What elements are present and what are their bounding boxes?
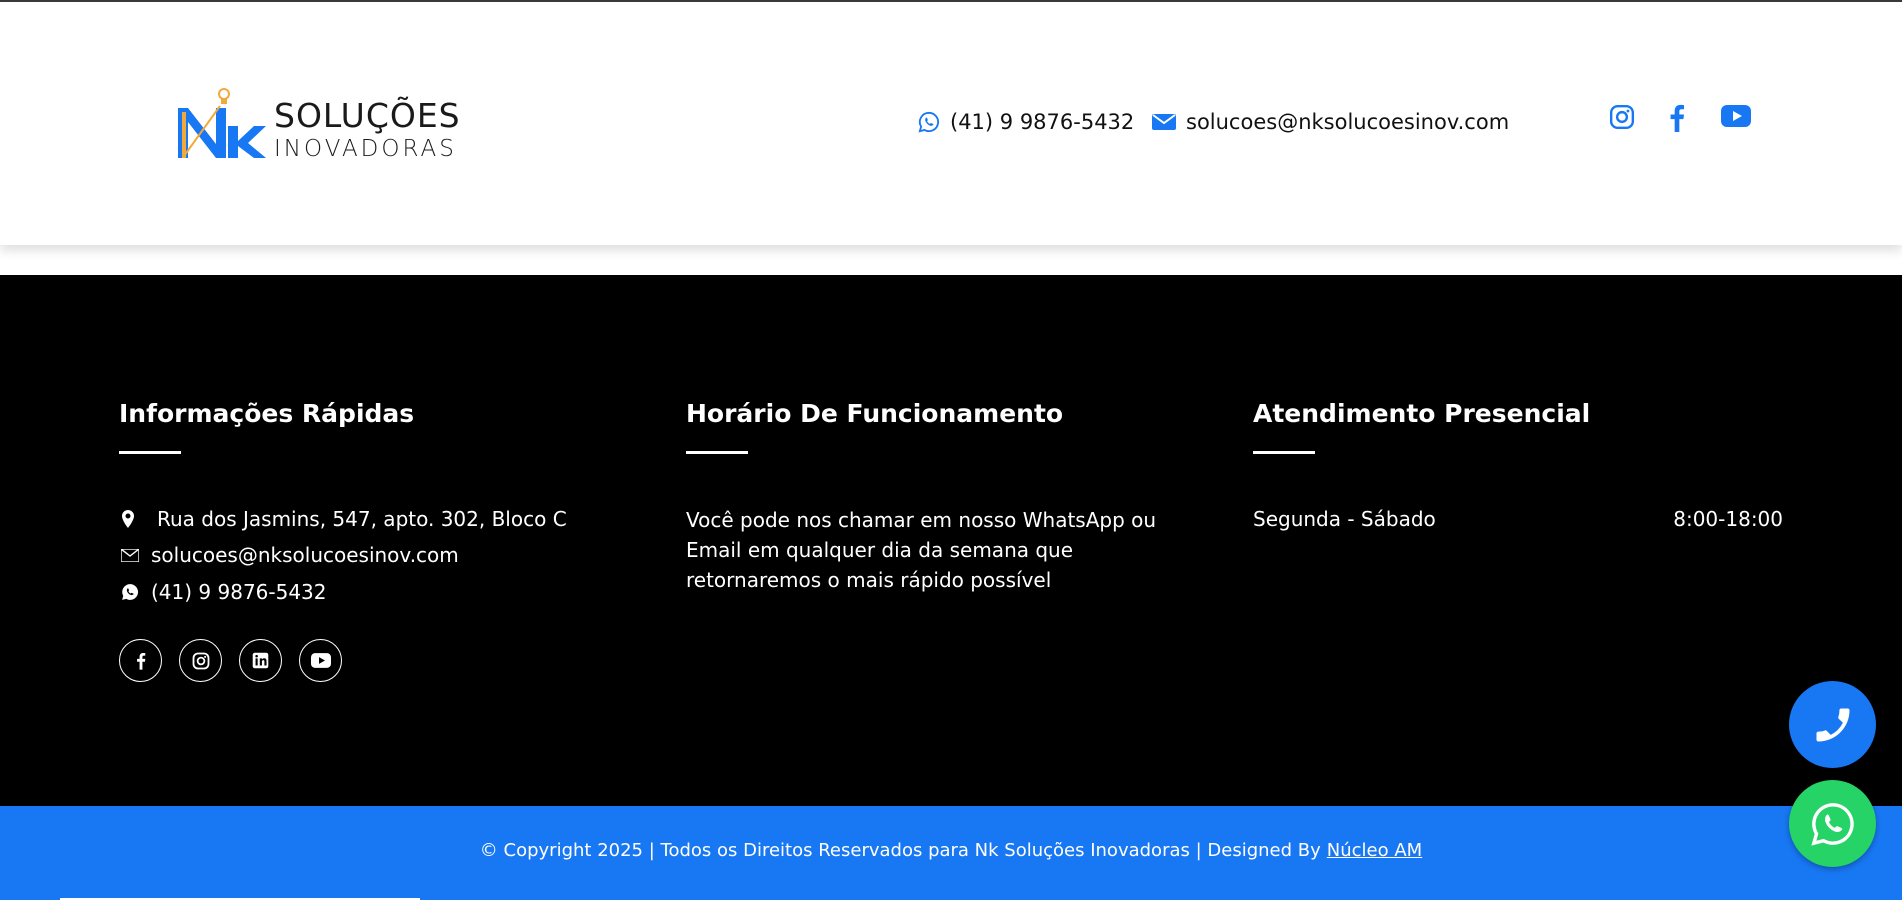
site-header: SOLUÇÕES INOVADORAS (41) 9 9876-5432 sol…	[0, 2, 1902, 245]
footer-address-text: Rua dos Jasmins, 547, apto. 302, Bloco C	[157, 507, 567, 531]
envelope-icon	[1152, 114, 1176, 130]
designer-link[interactable]: Núcleo AM	[1327, 840, 1422, 861]
title-underline	[1253, 451, 1315, 454]
header-phone[interactable]: (41) 9 9876-5432	[918, 110, 1134, 134]
envelope-icon	[119, 548, 151, 562]
header-phone-text: (41) 9 9876-5432	[950, 110, 1135, 134]
footer-youtube-icon[interactable]	[299, 639, 342, 682]
footer-social-links	[119, 639, 342, 682]
title-underline	[119, 451, 181, 454]
site-logo[interactable]: SOLUÇÕES INOVADORAS	[176, 86, 460, 164]
footer-email-text: solucoes@nksolucoesinov.com	[151, 543, 459, 567]
phone-icon	[1816, 708, 1849, 741]
copyright-line: © Copyright 2025 | Todos os Direitos Res…	[0, 840, 1902, 861]
footer-phone-text: (41) 9 9876-5432	[151, 580, 327, 604]
footer-address: Rua dos Jasmins, 547, apto. 302, Bloco C	[119, 507, 567, 531]
title-underline	[686, 451, 748, 454]
whatsapp-icon	[119, 583, 151, 601]
header-footer-gap	[0, 245, 1902, 275]
footer-phone[interactable]: (41) 9 9876-5432	[119, 580, 327, 604]
logo-text-bottom: INOVADORAS	[274, 136, 457, 162]
footer-email[interactable]: solucoes@nksolucoesinov.com	[119, 543, 459, 567]
floating-call-button[interactable]	[1789, 681, 1876, 768]
opening-hours: 8:00-18:00	[1673, 507, 1783, 531]
header-email[interactable]: solucoes@nksolucoesinov.com	[1152, 110, 1509, 134]
whatsapp-icon	[918, 111, 940, 133]
header-facebook-icon[interactable]	[1668, 104, 1686, 136]
header-youtube-icon[interactable]	[1721, 104, 1751, 132]
footer-linkedin-icon[interactable]	[239, 639, 282, 682]
hours-description: Você pode nos chamar em nosso WhatsApp o…	[686, 508, 1157, 592]
quick-info-title: Informações Rápidas	[119, 399, 415, 428]
hours-title: Horário De Funcionamento	[686, 399, 1064, 428]
whatsapp-icon	[1810, 802, 1854, 846]
logo-text-top: SOLUÇÕES	[274, 96, 461, 135]
copyright-bar: © Copyright 2025 | Todos os Direitos Res…	[0, 806, 1902, 900]
footer-facebook-icon[interactable]	[119, 639, 162, 682]
in-person-title: Atendimento Presencial	[1253, 399, 1591, 428]
copyright-text: © Copyright 2025 | Todos os Direitos Res…	[479, 840, 1321, 861]
footer-instagram-icon[interactable]	[179, 639, 222, 682]
map-pin-icon	[119, 510, 151, 528]
header-email-text: solucoes@nksolucoesinov.com	[1186, 110, 1510, 134]
site-footer: Informações Rápidas Rua dos Jasmins, 547…	[0, 275, 1902, 806]
header-instagram-icon[interactable]	[1609, 104, 1635, 134]
nk-logo-mark-icon	[178, 88, 266, 158]
floating-whatsapp-button[interactable]	[1789, 780, 1876, 867]
opening-days: Segunda - Sábado	[1253, 507, 1436, 531]
